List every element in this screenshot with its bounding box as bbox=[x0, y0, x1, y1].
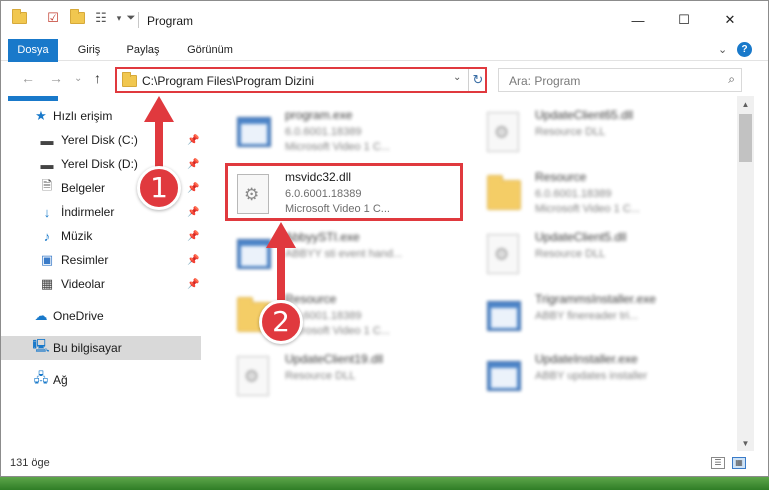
callout-arrows bbox=[144, 96, 296, 300]
arrow-2 bbox=[266, 222, 296, 300]
step-badge-2: 2 bbox=[259, 300, 303, 344]
arrow-1 bbox=[144, 96, 174, 170]
step-badge-1: 1 bbox=[137, 166, 181, 210]
